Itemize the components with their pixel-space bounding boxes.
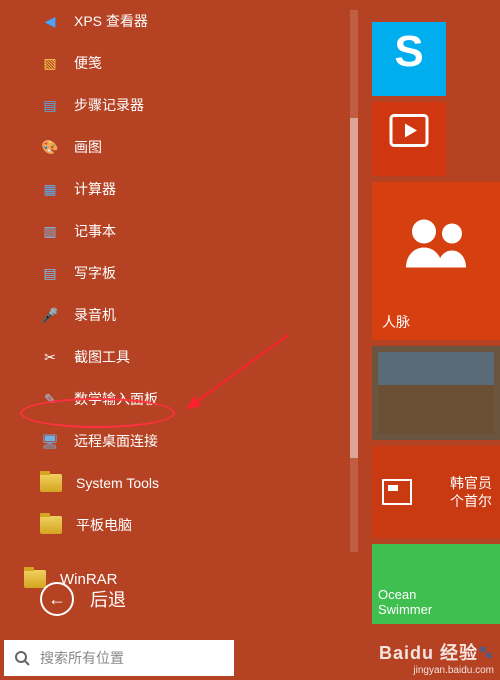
people-icon [396, 216, 476, 275]
app-label: 步骤记录器 [74, 95, 144, 115]
back-arrow-icon: ← [40, 582, 74, 616]
scroll-thumb[interactable] [350, 118, 358, 458]
note-icon: ▧ [40, 53, 60, 73]
app-label: 数学输入面板 [74, 389, 158, 409]
search-bar[interactable] [4, 640, 234, 676]
app-sticky-notes[interactable]: ▧ 便笺 [20, 42, 350, 84]
steps-icon: ▤ [40, 95, 60, 115]
apps-panel: ◀ XPS 查看器 ▧ 便笺 ▤ 步骤记录器 🎨 画图 ▦ 计算器 ▥ 记事本 … [0, 0, 370, 680]
app-label: 截图工具 [74, 347, 130, 367]
skype-icon: S [394, 27, 423, 77]
app-label: 画图 [74, 137, 102, 157]
folder-label: System Tools [76, 475, 159, 491]
tile-photos[interactable] [372, 346, 500, 440]
app-sound-recorder[interactable]: 🎤 录音机 [20, 294, 350, 336]
rdp-icon: 🖥 [40, 431, 60, 451]
back-button[interactable]: ← 后退 [40, 582, 126, 616]
folder-label: 平板电脑 [76, 515, 132, 535]
folder-icon [40, 474, 62, 492]
tile-video[interactable] [372, 102, 446, 176]
app-calculator[interactable]: ▦ 计算器 [20, 168, 350, 210]
math-icon: ✎ [40, 389, 60, 409]
photo-image [378, 352, 494, 434]
apps-scrollbar[interactable] [350, 10, 358, 552]
app-label: 录音机 [74, 305, 116, 325]
app-label: 计算器 [74, 179, 116, 199]
tile-news[interactable]: 韩官员 个首尔 [372, 446, 500, 538]
tile-label: 韩官员 个首尔 [450, 474, 492, 510]
watermark: Baidu 经验🐾 jingyan.baidu.com [379, 639, 494, 676]
tile-label: 人脉 [382, 312, 410, 332]
calc-icon: ▦ [40, 179, 60, 199]
app-wordpad[interactable]: ▤ 写字板 [20, 252, 350, 294]
app-label: 便笺 [74, 53, 102, 73]
app-label: XPS 查看器 [74, 11, 148, 31]
mic-icon: 🎤 [40, 305, 60, 325]
watermark-brand: Baidu 经验 [379, 643, 478, 663]
paint-icon: 🎨 [40, 137, 60, 157]
watermark-url: jingyan.baidu.com [379, 665, 494, 676]
start-tiles: S 人脉 韩官员 个首尔 Ocean Swimmer [372, 10, 500, 670]
news-icon [382, 479, 412, 505]
search-input[interactable] [40, 650, 220, 666]
app-label: 远程桌面连接 [74, 431, 158, 451]
tile-ocean-swimmer[interactable]: Ocean Swimmer [372, 544, 500, 624]
app-xps-viewer[interactable]: ◀ XPS 查看器 [20, 0, 350, 42]
app-label: 写字板 [74, 263, 116, 283]
app-remote-desktop[interactable]: 🖥 远程桌面连接 [20, 420, 350, 462]
folder-system-tools[interactable]: System Tools [20, 462, 350, 504]
video-icon [389, 113, 429, 150]
app-snipping-tool[interactable]: ✂ 截图工具 [20, 336, 350, 378]
notepad-icon: ▥ [40, 221, 60, 241]
app-notepad[interactable]: ▥ 记事本 [20, 210, 350, 252]
app-paint[interactable]: 🎨 画图 [20, 126, 350, 168]
xps-icon: ◀ [40, 11, 60, 31]
snip-icon: ✂ [40, 347, 60, 367]
back-label: 后退 [90, 586, 126, 612]
app-steps-recorder[interactable]: ▤ 步骤记录器 [20, 84, 350, 126]
folder-tablet-pc[interactable]: 平板电脑 [20, 504, 350, 546]
app-list: ◀ XPS 查看器 ▧ 便笺 ▤ 步骤记录器 🎨 画图 ▦ 计算器 ▥ 记事本 … [20, 0, 350, 560]
search-icon [4, 650, 40, 666]
wordpad-icon: ▤ [40, 263, 60, 283]
tile-skype[interactable]: S [372, 22, 446, 96]
tile-people[interactable]: 人脉 [372, 182, 500, 340]
paw-icon: 🐾 [478, 645, 494, 659]
app-math-input[interactable]: ✎ 数学输入面板 [20, 378, 350, 420]
folder-icon [40, 516, 62, 534]
app-label: 记事本 [74, 221, 116, 241]
tile-label: Ocean Swimmer [378, 587, 494, 618]
